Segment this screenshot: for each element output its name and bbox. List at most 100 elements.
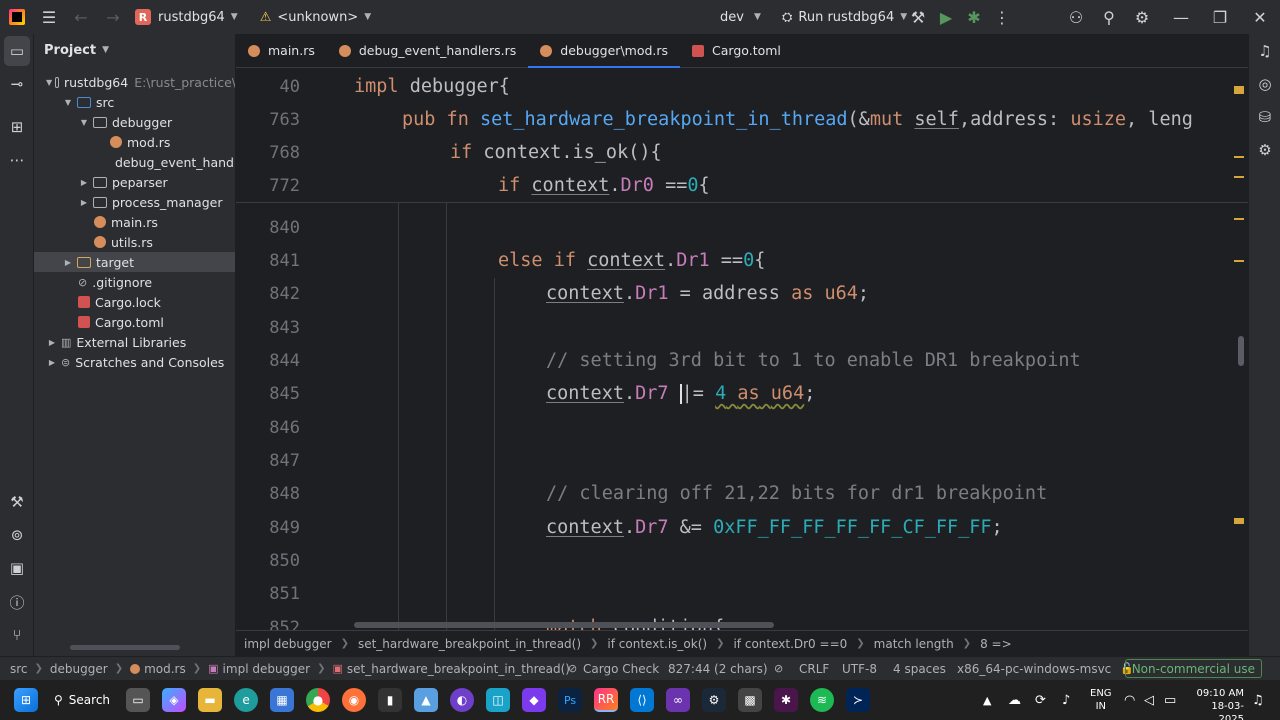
breadcrumb-item[interactable]: if context.is_ok() (607, 637, 707, 651)
more-vertical-icon[interactable]: ⋮ (986, 0, 1018, 34)
tab-main-rs[interactable]: main.rs (236, 34, 327, 68)
sticky-line[interactable]: 763 pub fn set_hardware_breakpoint_in_th… (236, 103, 1248, 136)
tree-item-mod-rs[interactable]: mod.rs (34, 132, 235, 152)
tree-item-main-rs[interactable]: main.rs (34, 212, 235, 232)
language-indicator[interactable]: ENG IN (1090, 687, 1112, 713)
sticky-line[interactable]: 768 if context.is_ok(){ (236, 136, 1248, 169)
close-icon[interactable]: ✕ (1244, 0, 1276, 34)
tree-item-utils-rs[interactable]: utils.rs (34, 232, 235, 252)
code-line[interactable]: 843 (236, 311, 1248, 344)
vscode-icon[interactable]: ⟨⟩ (630, 688, 655, 712)
project-horizontal-scrollbar[interactable] (70, 645, 180, 650)
tree-item-external-libraries[interactable]: ▶ ▥ External Libraries (34, 332, 235, 352)
minimize-icon[interactable]: — (1165, 0, 1197, 34)
warning-marker[interactable] (1234, 218, 1244, 220)
code-line[interactable]: 848 // clearing off 21,22 bits for dr1 b… (236, 477, 1248, 510)
tree-item-debug-event-handlers[interactable]: debug_event_handlers.rs (34, 152, 235, 172)
status-path-item[interactable]: mod.rs (144, 662, 186, 676)
tree-item-scratches[interactable]: ▶ ⊜ Scratches and Consoles (34, 352, 235, 372)
sync-icon[interactable]: ⟳ (1035, 693, 1046, 708)
powershell-icon[interactable]: ≻ (846, 688, 871, 712)
settings-gear-icon[interactable]: ⚙ (1126, 0, 1158, 34)
line-separator[interactable]: CRLF (799, 662, 829, 676)
windows-start-icon[interactable]: ⊞ (14, 688, 38, 712)
tree-item-debugger[interactable]: ▼ debugger (34, 112, 235, 132)
obsidian-icon[interactable]: ◆ (522, 688, 547, 712)
tree-item-gitignore[interactable]: ⊘ .gitignore (34, 272, 235, 292)
warning-marker[interactable] (1234, 518, 1244, 524)
onedrive-icon[interactable]: ☁ (1008, 693, 1021, 708)
warning-marker[interactable] (1234, 156, 1244, 158)
notifications-bell-icon[interactable]: ♫ (1249, 36, 1280, 66)
code-line[interactable]: 851 (236, 577, 1248, 610)
steam-icon[interactable]: ⚙ (702, 688, 727, 712)
tab-cargo-toml[interactable]: Cargo.toml (680, 34, 793, 68)
tree-item-src[interactable]: ▼ src (34, 92, 235, 112)
task-view-icon[interactable]: ▭ (126, 688, 151, 712)
restore-icon[interactable]: ❐ (1204, 0, 1236, 34)
cursor-position[interactable]: 827:44 (2 chars) (668, 662, 768, 676)
code-line[interactable]: 847 (236, 444, 1248, 477)
clock[interactable]: 09:10 AM 18-03-2025 (1188, 687, 1244, 720)
notification-bell-icon[interactable]: ♫ (1252, 693, 1264, 708)
chrome-icon[interactable]: ● (306, 688, 331, 712)
license-badge[interactable]: Non-commercial use (1124, 659, 1262, 678)
terminal-app-icon[interactable]: ▮ (378, 688, 403, 712)
tab-debug-event-handlers[interactable]: debug_event_handlers.rs (327, 34, 528, 68)
sticky-line[interactable]: 772 if context.Dr0 ==0{ (236, 169, 1248, 202)
sticky-line[interactable]: 40 impl debugger{ (236, 70, 1248, 103)
warning-marker[interactable] (1234, 176, 1244, 178)
tree-item-process-manager[interactable]: ▶ process_manager (34, 192, 235, 212)
ai-assistant-icon[interactable]: ◎ (1249, 69, 1280, 99)
tray-chevron-up-icon[interactable]: ▲ (983, 694, 991, 707)
photoshop-icon[interactable]: Ps (558, 688, 583, 712)
warning-marker[interactable] (1234, 260, 1244, 262)
warning-marker[interactable] (1234, 86, 1244, 94)
status-path-item[interactable]: src (10, 662, 28, 676)
breadcrumb-item[interactable]: if context.Dr0 ==0 (733, 637, 847, 651)
forward-arrow-icon[interactable]: → (97, 0, 129, 34)
breadcrumb-item[interactable]: impl debugger (244, 637, 332, 651)
status-path-item[interactable]: debugger (50, 662, 108, 676)
code-line[interactable]: 845 context.Dr7 |= 4 as u64; (236, 377, 1248, 410)
breadcrumb-item[interactable]: match length (874, 637, 954, 651)
microphone-icon[interactable]: ♪ (1062, 693, 1070, 708)
edge-browser-icon[interactable]: e (234, 688, 259, 712)
terminal-icon[interactable]: ▣ (0, 553, 34, 583)
file-encoding[interactable]: UTF-8 (842, 662, 877, 676)
copilot-icon[interactable]: ◈ (162, 688, 187, 712)
breadcrumb-item[interactable]: 8 => (980, 637, 1012, 651)
project-tool-folder-icon[interactable]: ▭ (4, 36, 30, 66)
config-warning-widget[interactable]: ⚠ <unknown> ▼ (260, 0, 371, 34)
commit-icon[interactable]: ⊸ (0, 69, 34, 99)
branch-widget[interactable]: dev ▼ (720, 0, 761, 34)
more-tools-icon[interactable]: ⋯ (0, 145, 34, 175)
add-user-icon[interactable]: ⚇ (1060, 0, 1092, 34)
app-icon[interactable]: ▩ (738, 688, 763, 712)
run-config-widget[interactable]: ⛭ Run rustdbg64 ▼ (782, 0, 907, 34)
indent-setting[interactable]: 4 spaces (893, 662, 946, 676)
search-icon[interactable]: ⚲ (1093, 0, 1125, 34)
slack-icon[interactable]: ✱ (774, 688, 799, 712)
visual-studio-icon[interactable]: ∞ (666, 688, 691, 712)
battery-icon[interactable]: ▭ (1164, 693, 1176, 708)
tree-item-root[interactable]: ▼ rustdbg64 E:\rust_practice\ (34, 72, 235, 92)
code-editor[interactable]: 40 impl debugger{ 763 pub fn set_hardwar… (236, 68, 1248, 630)
code-line[interactable]: 846 (236, 411, 1248, 444)
database-icon[interactable]: ⛁ (1249, 102, 1280, 132)
breadcrumb-item[interactable]: set_hardware_breakpoint_in_thread() (358, 637, 581, 651)
photos-icon[interactable]: ▲ (414, 688, 439, 712)
git-icon[interactable]: ⑂ (0, 620, 34, 650)
target-triple[interactable]: x86_64-pc-windows-msvc (957, 662, 1111, 676)
editor-vertical-scrollbar[interactable] (1238, 336, 1244, 366)
code-line[interactable]: 840 (236, 211, 1248, 244)
problems-icon[interactable]: ⓘ (0, 587, 34, 617)
build-icon[interactable]: ⚒ (0, 487, 34, 517)
github-desktop-icon[interactable]: ◐ (450, 688, 475, 712)
structure-icon[interactable]: ⊞ (0, 112, 34, 142)
code-line[interactable]: 841 else if context.Dr1 ==0{ (236, 244, 1248, 277)
code-line[interactable]: 850 (236, 544, 1248, 577)
project-switcher[interactable]: R rustdbg64 ▼ (135, 0, 238, 34)
back-arrow-icon[interactable]: ← (65, 0, 97, 34)
hamburger-menu-icon[interactable]: ☰ (33, 0, 65, 34)
